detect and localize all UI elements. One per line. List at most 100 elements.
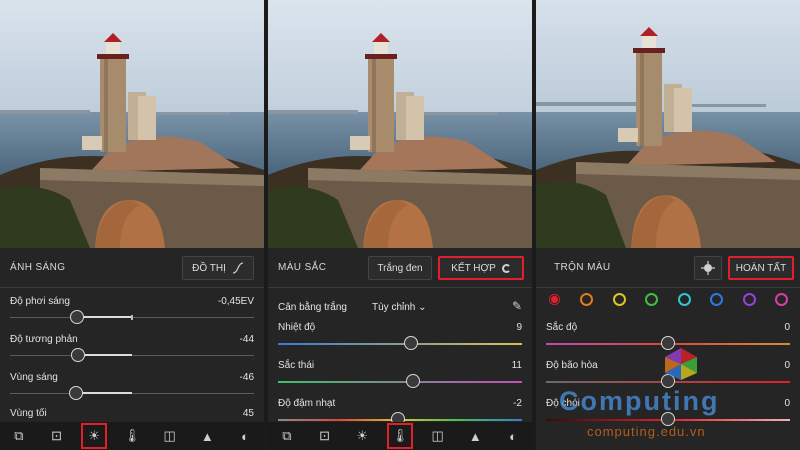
panel-color: MÀU SẮC Trắng đen KẾT HỢP Cân bằng trắng… <box>268 0 532 450</box>
lighthouse-photo <box>536 0 800 248</box>
slider-label: Độ tương phản <box>10 334 78 345</box>
slider-exposure[interactable]: Độ phơi sáng -0,45EV <box>10 296 254 334</box>
color-wheel-icon <box>501 263 511 273</box>
curve-icon <box>232 262 243 274</box>
black-white-label: Trắng đen <box>377 262 423 274</box>
slider-value: 0 <box>784 398 790 409</box>
crop-icon[interactable]: ⧉ <box>6 423 32 449</box>
sheet-header: TRỘN MÀU HOÀN TẤT <box>536 248 800 288</box>
section-title: ÁNH SÁNG <box>10 262 66 273</box>
slider-value: 11 <box>511 360 522 371</box>
slider-label: Vùng sáng <box>10 372 58 383</box>
white-balance-dropdown[interactable]: Tùy chỉnh ⌄ <box>372 302 427 313</box>
sheet-header: MÀU SẮC Trắng đen KẾT HỢP <box>268 248 532 288</box>
slider-handle[interactable] <box>406 374 421 388</box>
slider-temperature[interactable]: Nhiệt độ 9 <box>278 322 522 360</box>
slider-label: Sắc độ <box>546 322 578 333</box>
tool-bar: ⧉ ⊡ ☀ 🌡︎ ◫ ▲ ◐ <box>0 422 264 450</box>
slider-label: Sắc thái <box>278 360 315 371</box>
slider-tint[interactable]: Sắc thái 11 <box>278 360 522 398</box>
color-swatch[interactable] <box>677 292 691 306</box>
curve-button-label: ĐỒ THỊ <box>192 262 226 274</box>
slider-hue[interactable]: Sắc độ 0 <box>546 322 790 360</box>
slider-handle[interactable] <box>661 412 675 426</box>
color-swatch[interactable] <box>645 292 659 306</box>
optics-icon[interactable]: ◐ <box>500 423 526 449</box>
color-swatch[interactable] <box>612 292 626 306</box>
photo-preview[interactable] <box>536 0 800 248</box>
section-title: TRỘN MÀU <box>554 262 611 273</box>
slider-center-tick <box>131 315 133 320</box>
effects-icon[interactable]: ◫ <box>157 423 183 449</box>
slider-label: Vùng tối <box>10 408 47 419</box>
slider-highlights[interactable]: Vùng sáng -46 <box>10 372 254 410</box>
crop-icon[interactable]: ⧉ <box>274 423 300 449</box>
color-swatch[interactable] <box>774 292 788 306</box>
color-swatch[interactable] <box>550 295 559 303</box>
slider-label: Độ bão hòa <box>546 360 598 371</box>
slider-track <box>10 355 254 356</box>
slider-handle[interactable] <box>661 336 675 350</box>
white-balance-label: Cân bằng trắng <box>278 302 347 313</box>
slider-value: -44 <box>239 334 254 345</box>
adjust-sheet: ÁNH SÁNG ĐỒ THỊ Độ phơi sáng -0,45EV Độ … <box>0 248 264 450</box>
black-white-button[interactable]: Trắng đen <box>368 256 432 280</box>
tint-track <box>278 381 522 383</box>
curve-button[interactable]: ĐỒ THỊ <box>182 256 254 280</box>
slider-label: Độ phơi sáng <box>10 296 70 307</box>
slider-handle[interactable] <box>70 310 85 324</box>
adjust-sheet: MÀU SẮC Trắng đen KẾT HỢP Cân bằng trắng… <box>268 248 532 450</box>
slider-value: 9 <box>516 322 522 333</box>
light-icon[interactable]: ☀ <box>349 423 375 449</box>
slider-shadows[interactable]: Vùng tối 45 <box>10 408 254 422</box>
slider-handle[interactable] <box>403 336 418 350</box>
target-adjust-button[interactable] <box>694 256 722 280</box>
presets-icon[interactable]: ⊡ <box>44 423 70 449</box>
slider-value: -0,45EV <box>217 296 254 307</box>
color-swatch[interactable] <box>710 292 724 306</box>
color-swatch[interactable] <box>580 292 594 306</box>
slider-contrast[interactable]: Độ tương phản -44 <box>10 334 254 372</box>
eyedropper-icon[interactable]: ✎ <box>512 299 522 313</box>
color-icon[interactable]: 🌡︎ <box>386 423 413 449</box>
lighthouse-photo <box>268 0 532 248</box>
done-button[interactable]: HOÀN TẤT <box>728 256 794 280</box>
slider-handle[interactable] <box>661 374 675 388</box>
chevron-down-icon: ⌄ <box>418 302 427 313</box>
slider-label: Nhiệt độ <box>278 322 316 333</box>
white-balance-value: Tùy chỉnh <box>372 302 416 313</box>
adjust-sheet: TRỘN MÀU HOÀN TẤT Sắc độ 0 Độ bão hòa 0 <box>536 248 800 450</box>
temperature-track <box>278 343 522 345</box>
editor-stage: ÁNH SÁNG ĐỒ THỊ Độ phơi sáng -0,45EV Độ … <box>0 0 800 450</box>
slider-handle[interactable] <box>71 348 86 362</box>
presets-icon[interactable]: ⊡ <box>312 423 338 449</box>
effects-icon[interactable]: ◫ <box>425 423 451 449</box>
color-swatch[interactable] <box>742 292 756 306</box>
slider-handle[interactable] <box>68 386 83 400</box>
color-icon[interactable]: 🌡︎ <box>119 423 145 449</box>
slider-value: 0 <box>784 360 790 371</box>
slider-label: Độ chói <box>546 398 580 409</box>
section-title: MÀU SẮC <box>278 262 327 273</box>
slider-fill <box>75 392 132 394</box>
light-icon[interactable]: ☀ <box>81 423 108 449</box>
slider-value: -2 <box>513 398 522 409</box>
detail-icon[interactable]: ▲ <box>462 423 488 449</box>
sheet-header: ÁNH SÁNG ĐỒ THỊ <box>0 248 264 288</box>
mix-button[interactable]: KẾT HỢP <box>438 256 524 280</box>
mix-button-label: KẾT HỢP <box>451 262 496 274</box>
detail-icon[interactable]: ▲ <box>194 423 220 449</box>
photo-preview[interactable] <box>0 0 264 248</box>
target-icon <box>701 261 715 275</box>
slider-fill <box>77 316 132 318</box>
slider-label: Độ đậm nhạt <box>278 398 336 409</box>
slider-luminance[interactable]: Độ chói 0 <box>546 398 790 436</box>
slider-value: 45 <box>242 408 254 419</box>
lighthouse-photo <box>0 0 264 248</box>
color-swatch-row <box>548 288 788 310</box>
photo-preview[interactable] <box>268 0 532 248</box>
done-button-label: HOÀN TẤT <box>735 262 787 274</box>
slider-track <box>10 393 254 394</box>
optics-icon[interactable]: ◐ <box>232 423 258 449</box>
slider-saturation[interactable]: Độ bão hòa 0 <box>546 360 790 398</box>
